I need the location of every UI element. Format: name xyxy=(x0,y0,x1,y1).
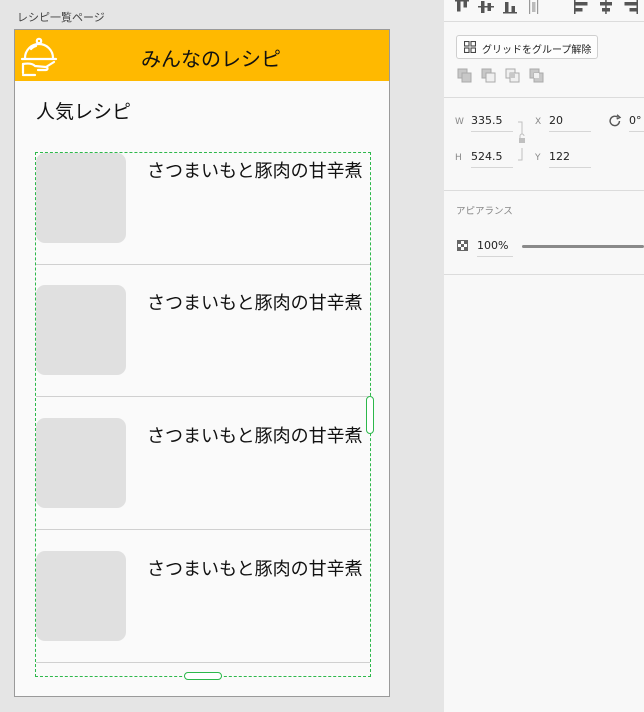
property-inspector: グリッドをグループ解除 W 335.5 H 524.5 X 20 Y 122 0… xyxy=(444,0,644,712)
card-divider xyxy=(36,529,370,530)
align-top-icon[interactable] xyxy=(454,0,470,14)
row-padding-handle[interactable] xyxy=(184,672,222,680)
recipe-thumbnail xyxy=(36,551,126,641)
recipe-card[interactable]: さつまいもと豚肉の甘辛煮 xyxy=(36,285,370,418)
app-title: みんなのレシピ xyxy=(141,47,281,71)
x-position-field[interactable]: 20 xyxy=(549,114,591,132)
recipe-title: さつまいもと豚肉の甘辛煮 xyxy=(147,426,363,447)
rotation-field[interactable]: 0° xyxy=(629,114,644,132)
card-divider xyxy=(36,396,370,397)
repeat-grid-selection[interactable]: さつまいもと豚肉の甘辛煮 さつまいもと豚肉の甘辛煮 さつまいもと豚肉の甘辛煮 さ… xyxy=(35,152,371,677)
recipe-thumbnail xyxy=(36,418,126,508)
artboard[interactable]: みんなのレシピ 人気レシピ さつまいもと豚肉の甘辛煮 さつまいもと豚肉の甘辛煮 … xyxy=(14,29,390,697)
recipe-title: さつまいもと豚肉の甘辛煮 xyxy=(147,559,363,580)
grid-icon xyxy=(464,41,476,53)
recipe-thumbnail xyxy=(36,285,126,375)
card-divider xyxy=(36,662,370,663)
recipe-thumbnail xyxy=(36,153,126,243)
column-padding-handle[interactable] xyxy=(366,396,374,434)
recipe-card[interactable]: さつまいもと豚肉の甘辛煮 xyxy=(36,418,370,551)
divider xyxy=(444,190,644,191)
app-header: みんなのレシピ xyxy=(15,30,389,81)
artboard-label[interactable]: レシピ一覧ページ xyxy=(17,9,105,25)
align-bottom-icon[interactable] xyxy=(502,0,518,14)
distribute-vertical-icon[interactable] xyxy=(526,0,542,14)
divider xyxy=(444,21,644,22)
boolean-intersect-icon[interactable] xyxy=(505,68,521,84)
align-right-icon[interactable] xyxy=(622,0,638,14)
ungroup-grid-button[interactable]: グリッドをグループ解除 xyxy=(456,35,598,59)
align-left-icon[interactable] xyxy=(574,0,590,14)
opacity-slider[interactable] xyxy=(522,245,644,248)
divider xyxy=(444,97,644,98)
section-heading: 人気レシピ xyxy=(36,101,132,123)
recipe-title: さつまいもと豚肉の甘辛煮 xyxy=(147,161,363,182)
y-label: Y xyxy=(535,153,541,163)
width-field[interactable]: 335.5 xyxy=(471,114,513,132)
align-middle-icon[interactable] xyxy=(478,0,494,14)
lock-aspect-icon[interactable] xyxy=(516,121,528,161)
align-center-icon[interactable] xyxy=(598,0,614,14)
boolean-exclude-icon[interactable] xyxy=(529,68,545,84)
height-label: H xyxy=(455,153,462,163)
recipe-card[interactable]: さつまいもと豚肉の甘辛煮 xyxy=(36,551,370,684)
opacity-field[interactable]: 100% xyxy=(477,239,513,257)
opacity-checker-icon xyxy=(457,240,468,251)
width-label: W xyxy=(455,117,464,127)
recipe-title: さつまいもと豚肉の甘辛煮 xyxy=(147,293,363,314)
y-position-field[interactable]: 122 xyxy=(549,150,591,168)
x-label: X xyxy=(535,117,542,127)
divider xyxy=(444,274,644,275)
boolean-add-icon[interactable] xyxy=(457,68,473,84)
rotate-icon xyxy=(609,114,622,127)
height-field[interactable]: 524.5 xyxy=(471,150,513,168)
boolean-subtract-icon[interactable] xyxy=(481,68,497,84)
recipe-card[interactable]: さつまいもと豚肉の甘辛煮 xyxy=(36,153,370,286)
appearance-heading: アピアランス xyxy=(456,206,513,217)
ungroup-grid-label: グリッドをグループ解除 xyxy=(482,45,592,56)
card-divider xyxy=(36,264,370,265)
